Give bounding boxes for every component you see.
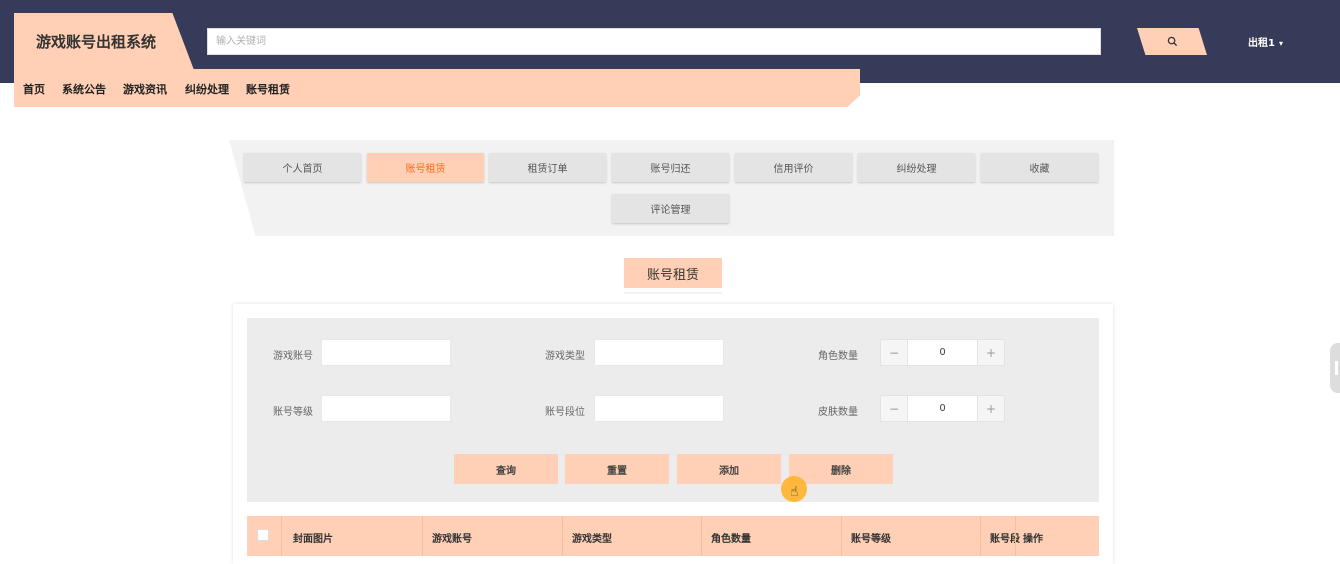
title-divider [624, 292, 722, 294]
column-divider [422, 516, 423, 556]
game-account-label: 游戏账号 [273, 351, 313, 362]
account-level-label: 账号等级 [273, 407, 313, 418]
increment-button[interactable]: + [978, 340, 1004, 365]
column-header-account-level[interactable]: 账号等级 [851, 530, 891, 545]
search-button[interactable] [1137, 28, 1207, 55]
tab-account-rental[interactable]: 账号租赁 [367, 153, 484, 182]
select-all-checkbox[interactable] [257, 529, 269, 541]
game-account-input[interactable] [321, 339, 451, 366]
delete-button[interactable]: 删除 [789, 454, 893, 484]
column-divider [1015, 516, 1016, 556]
tab-personal-home[interactable]: 个人首页 [244, 153, 361, 182]
query-button[interactable]: 查询 [454, 454, 558, 484]
game-type-label: 游戏类型 [545, 351, 585, 362]
column-divider [281, 516, 282, 556]
nav-item-announcements[interactable]: 系统公告 [62, 81, 106, 97]
add-button[interactable]: 添加 [677, 454, 781, 484]
skin-count-stepper: − 0 + [880, 395, 1005, 422]
nav-item-game-news[interactable]: 游戏资讯 [123, 81, 167, 97]
search-icon [1167, 32, 1178, 51]
account-rank-label: 账号段位 [545, 407, 585, 418]
decrement-button[interactable]: − [881, 340, 907, 365]
account-level-input[interactable] [321, 395, 451, 422]
nav-item-account-rental[interactable]: 账号租赁 [246, 81, 290, 97]
search-input[interactable] [207, 28, 1101, 55]
main-nav: 首页 系统公告 游戏资讯 纠纷处理 账号租赁 [14, 69, 860, 107]
site-title: 游戏账号出租系统 [36, 33, 157, 51]
tab-rental-orders[interactable]: 租赁订单 [489, 153, 606, 182]
column-header-actions[interactable]: 操作 [1023, 530, 1043, 545]
tab-comment-management[interactable]: 评论管理 [612, 194, 729, 223]
role-count-stepper: − 0 + [880, 339, 1005, 366]
tab-dispute-handling[interactable]: 纠纷处理 [858, 153, 975, 182]
hand-cursor-icon: ☝ [790, 484, 799, 500]
column-header-game-account[interactable]: 游戏账号 [432, 530, 472, 545]
tab-favorites[interactable]: 收藏 [981, 153, 1098, 182]
increment-button[interactable]: + [978, 396, 1004, 421]
role-count-value[interactable]: 0 [907, 340, 978, 365]
decrement-button[interactable]: − [881, 396, 907, 421]
table-header: 封面图片 游戏账号 游戏类型 角色数量 账号等级 账号段 操作 [247, 516, 1099, 556]
account-rank-input[interactable] [594, 395, 724, 422]
page-title: 账号租赁 [624, 258, 722, 288]
nav-item-disputes[interactable]: 纠纷处理 [185, 81, 229, 97]
column-divider [841, 516, 842, 556]
site-logo[interactable]: 游戏账号出租系统 [14, 13, 194, 70]
column-divider [562, 516, 563, 556]
chevron-down-icon: ▾ [1278, 39, 1283, 48]
user-name: 出租1 [1248, 38, 1275, 49]
user-menu[interactable]: 出租1 ▾ [1248, 34, 1283, 49]
tab-account-return[interactable]: 账号归还 [612, 153, 729, 182]
skin-count-label: 皮肤数量 [818, 407, 858, 418]
side-drawer-handle[interactable] [1330, 343, 1340, 393]
column-header-game-type[interactable]: 游戏类型 [572, 530, 612, 545]
role-count-label: 角色数量 [818, 351, 858, 362]
nav-item-home[interactable]: 首页 [23, 81, 45, 97]
column-header-role-count[interactable]: 角色数量 [711, 530, 751, 545]
column-divider [701, 516, 702, 556]
column-divider [980, 516, 981, 556]
reset-button[interactable]: 重置 [565, 454, 669, 484]
tab-credit-rating[interactable]: 信用评价 [735, 153, 852, 182]
skin-count-value[interactable]: 0 [907, 396, 978, 421]
game-type-input[interactable] [594, 339, 724, 366]
column-header-cover-image[interactable]: 封面图片 [293, 530, 333, 545]
